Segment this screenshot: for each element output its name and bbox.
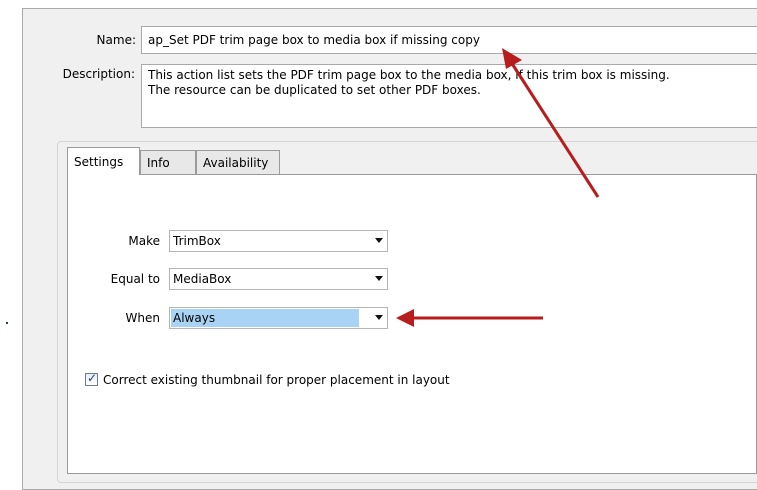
annotation-arrows (396, 48, 600, 327)
arrow-to-name-field (502, 48, 600, 198)
arrow-to-when-dropdown (396, 309, 543, 327)
